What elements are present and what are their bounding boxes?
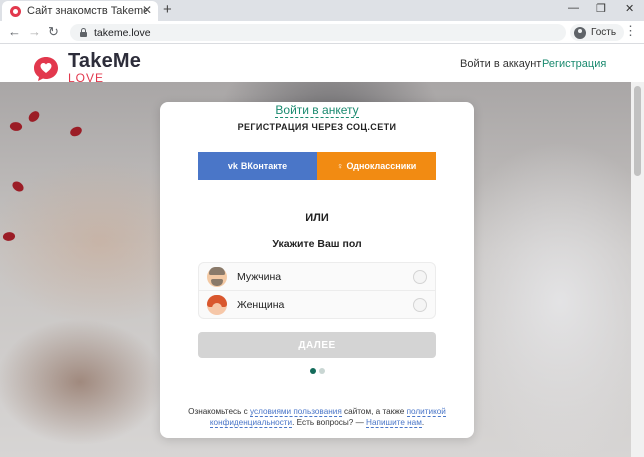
rose-petal bbox=[10, 179, 26, 194]
gender-option-male[interactable]: Мужчина bbox=[199, 263, 435, 291]
legal-footer: Ознакомьтесь с условиями пользования сай… bbox=[184, 406, 450, 428]
social-registration-title: РЕГИСТРАЦИЯ ЧЕРЕЗ СОЦ.СЕТИ bbox=[237, 122, 397, 132]
footer-text: сайтом, а также bbox=[341, 407, 407, 416]
profile-button[interactable]: Гость bbox=[570, 24, 625, 41]
rose-petal bbox=[8, 120, 24, 133]
vkontakte-label: ВКонтакте bbox=[240, 161, 288, 171]
gender-radio-female[interactable] bbox=[413, 298, 427, 312]
tab-close-icon[interactable]: ✕ bbox=[142, 3, 152, 17]
back-arrow-icon[interactable]: ← bbox=[8, 24, 21, 39]
url-text: takeme.love bbox=[94, 26, 151, 39]
page-scrollbar[interactable] bbox=[631, 82, 644, 457]
next-button[interactable]: ДАЛЕЕ bbox=[198, 332, 436, 358]
or-divider: ИЛИ bbox=[305, 212, 329, 224]
gender-label-male: Мужчина bbox=[237, 270, 282, 283]
login-profile-link[interactable]: Войти в анкету bbox=[275, 103, 359, 118]
browser-tabstrip: Сайт знакомств Takeme ✕ + — ❐ ✕ bbox=[0, 0, 644, 21]
rose-petal bbox=[2, 231, 16, 242]
contact-link[interactable]: Напишите нам bbox=[366, 418, 422, 428]
terms-link[interactable]: условиями пользования bbox=[250, 407, 342, 417]
vk-icon: vk bbox=[227, 161, 238, 171]
step-indicator bbox=[310, 368, 328, 374]
tab-title: Сайт знакомств Takeme bbox=[27, 5, 147, 17]
site-logo[interactable]: TakeMe LOVE bbox=[32, 51, 141, 84]
address-bar[interactable]: takeme.love bbox=[70, 24, 566, 41]
rose-petal bbox=[69, 126, 83, 137]
woman-avatar-icon bbox=[207, 295, 227, 315]
new-tab-button[interactable]: + bbox=[163, 1, 172, 18]
site-favicon-icon bbox=[10, 5, 21, 17]
gender-options: Мужчина Женщина bbox=[198, 262, 436, 319]
forward-arrow-icon[interactable]: → bbox=[28, 24, 41, 39]
gender-label-female: Женщина bbox=[237, 299, 285, 311]
gender-radio-male[interactable] bbox=[413, 270, 427, 284]
step-dot-inactive bbox=[319, 368, 325, 374]
rose-petal bbox=[26, 109, 42, 124]
login-link[interactable]: Войти в аккаунт bbox=[460, 58, 541, 70]
site-header: TakeMe LOVE Войти в аккаунт Регистрация bbox=[0, 45, 644, 84]
browser-menu-icon[interactable]: ⋮ bbox=[624, 23, 637, 39]
footer-text: . bbox=[421, 418, 425, 427]
privacy-link[interactable]: конфиденциальности bbox=[209, 418, 293, 428]
registration-card: Войти в анкету РЕГИСТРАЦИЯ ЧЕРЕЗ СОЦ.СЕТ… bbox=[160, 102, 474, 438]
browser-toolbar: ← → ↻ takeme.love Гость ⋮ bbox=[0, 21, 644, 44]
odnoklassniki-button[interactable]: ♀ Одноклассники bbox=[317, 152, 436, 180]
footer-text: Ознакомьтесь с bbox=[188, 407, 251, 416]
profile-label: Гость bbox=[591, 27, 617, 38]
logo-title: TakeMe bbox=[68, 50, 142, 72]
reload-icon[interactable]: ↻ bbox=[48, 24, 59, 40]
minimize-button[interactable]: — bbox=[568, 2, 579, 14]
footer-text: . Есть вопросы? — bbox=[292, 418, 367, 427]
vkontakte-button[interactable]: vk ВКонтакте bbox=[198, 152, 317, 180]
gender-option-female[interactable]: Женщина bbox=[199, 291, 435, 319]
lock-icon bbox=[80, 27, 87, 37]
profile-avatar-icon bbox=[574, 26, 586, 39]
gender-title: Укажите Ваш пол bbox=[272, 238, 362, 250]
privacy-link[interactable]: политикой bbox=[406, 407, 446, 417]
scrollbar-thumb[interactable] bbox=[634, 86, 641, 176]
odnoklassniki-label: Одноклассники bbox=[346, 161, 417, 171]
register-link[interactable]: Регистрация bbox=[542, 58, 606, 70]
step-dot-active bbox=[310, 368, 316, 374]
window-close-button[interactable]: ✕ bbox=[625, 2, 634, 15]
browser-tab[interactable]: Сайт знакомств Takeme ✕ bbox=[2, 1, 158, 21]
heart-chat-logo-icon bbox=[34, 56, 58, 81]
man-avatar-icon bbox=[207, 266, 227, 287]
maximize-button[interactable]: ❐ bbox=[596, 2, 606, 15]
ok-icon: ♀ bbox=[336, 161, 344, 171]
